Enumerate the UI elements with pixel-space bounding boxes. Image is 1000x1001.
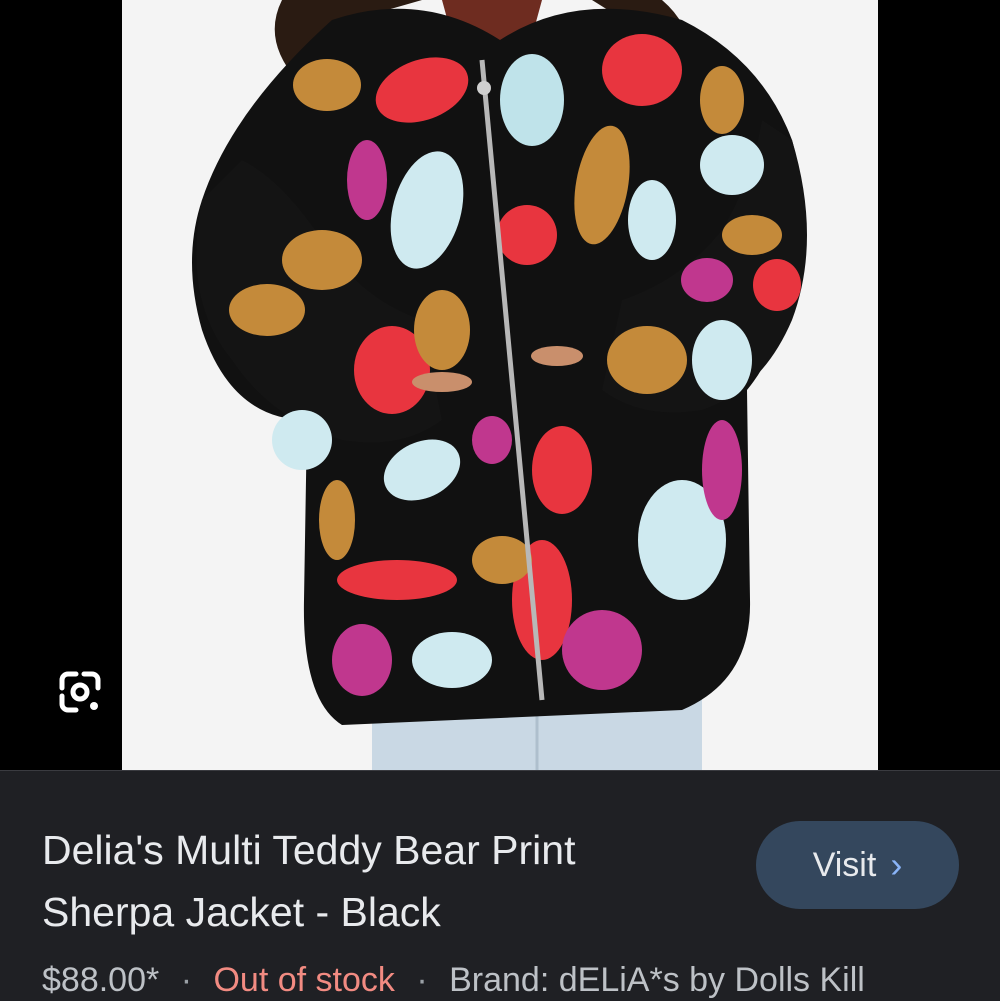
product-title[interactable]: Delia's Multi Teddy Bear Print Sherpa Ja… — [42, 819, 722, 943]
product-info-panel: Delia's Multi Teddy Bear Print Sherpa Ja… — [0, 770, 1000, 1001]
product-photo[interactable] — [122, 0, 878, 770]
product-meta: $88.00* · Out of stock · Brand: dELiA*s … — [42, 961, 865, 1000]
product-title-line2: Sherpa Jacket - Black — [42, 889, 441, 935]
visit-label: Visit — [812, 845, 877, 884]
product-title-line1: Delia's Multi Teddy Bear Print — [42, 827, 576, 873]
google-lens-icon — [59, 671, 101, 713]
google-lens-button[interactable] — [50, 662, 110, 722]
separator-dot: · — [416, 961, 428, 999]
visit-button[interactable]: Visit › — [756, 821, 959, 909]
image-viewer — [0, 0, 1000, 770]
jacket-illustration — [192, 0, 807, 770]
stock-status: Out of stock — [213, 961, 395, 999]
separator-dot: · — [180, 961, 193, 999]
chevron-right-icon: › — [890, 844, 903, 885]
brand: Brand: dELiA*s by Dolls Kill — [449, 961, 865, 999]
price: $88.00* — [42, 961, 160, 999]
